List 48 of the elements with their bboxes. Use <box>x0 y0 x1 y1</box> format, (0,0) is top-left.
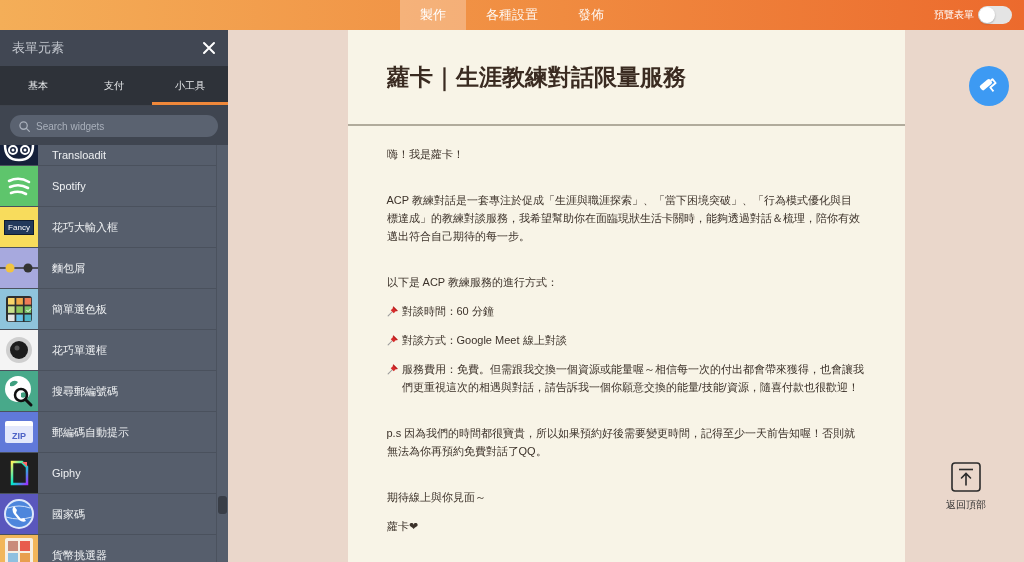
close-icon <box>202 41 216 55</box>
back-to-top-button[interactable]: 返回頂部 <box>946 462 986 512</box>
paragraph-text: 嗨！我是蘿卡！ <box>386 147 465 162</box>
pushpin-icon <box>386 363 399 375</box>
widget-label: Transloadit <box>52 149 106 161</box>
widget-label: Giphy <box>52 467 81 479</box>
paragraph-text: ACP 教練對話是一套專注於促成「生涯與職涯探索」、「當下困境突破」、「行為模式優化與目標達成」的教練對談服務，我希望幫助你在面臨現狀生活卡關時，能夠透過對話＆梳理，陪你有效邁出符合自己期待的每一步。 <box>386 193 861 244</box>
pushpin-icon <box>386 334 399 346</box>
widget-label: 簡單選色板 <box>52 301 107 317</box>
widget-label: 貨幣挑選器 <box>52 547 107 562</box>
widget-label: 國家碼 <box>52 506 85 522</box>
widget-label: 花巧大輸入框 <box>52 219 118 235</box>
icon-text: ZIP <box>5 421 33 443</box>
widget-list-item[interactable]: Transloadit <box>0 145 216 166</box>
scrollbar-thumb[interactable] <box>218 496 227 514</box>
paragraph-text: 對談時間：60 分鐘 <box>401 304 495 319</box>
widget-list-item[interactable]: 國家碼 <box>0 494 216 535</box>
widget-list-item[interactable]: ZIP 郵編碼自動提示 <box>0 412 216 453</box>
widget-label: 郵編碼自動提示 <box>52 424 129 440</box>
pushpin-icon <box>386 305 399 317</box>
search-field[interactable]: Search widgets <box>10 115 218 137</box>
widget-label: Spotify <box>52 180 86 192</box>
preview-toggle[interactable] <box>978 6 1012 24</box>
widget-label: 花巧單選框 <box>52 342 107 358</box>
paragraph-text: 對談方式：Google Meet 線上對談 <box>401 333 568 348</box>
paragraph-text: 以下是 ACP 教練服務的進行方式： <box>386 275 560 290</box>
preview-label: 預覽表單 <box>934 8 974 22</box>
widget-list-item[interactable]: 麵包屑 <box>0 248 216 289</box>
widget-label: 搜尋郵編號碼 <box>52 383 118 399</box>
widget-label: 麵包屑 <box>52 260 85 276</box>
widget-list-item[interactable]: 花巧單選框 <box>0 330 216 371</box>
sidebar-tab[interactable]: 支付 <box>76 66 152 105</box>
widget-list-item[interactable]: Spotify <box>0 166 216 207</box>
search-icon <box>19 121 30 132</box>
panel-title: 表單元素 <box>12 39 64 57</box>
widget-list-item[interactable]: Giphy <box>0 453 216 494</box>
paragraph-text: p.s 因為我們的時間都很寶貴，所以如果預約好後需要變更時間，記得至少一天前告知喔！否則就無法為你再預約免費對話了QQ。 <box>386 426 857 459</box>
theme-button[interactable] <box>969 66 1009 106</box>
paragraph-text: 蘿卡❤ <box>386 519 419 534</box>
sidebar-tab[interactable]: 基本 <box>0 66 76 105</box>
paragraph-text: 期待線上與你見面～ <box>386 490 487 505</box>
icon-text: Fancy <box>4 219 34 235</box>
form-title: 蘿卡｜生涯教練對話限量服務 <box>386 62 686 93</box>
paragraph-text: 服務費用：免費。但需跟我交換一個資源或能量喔～相信每一次的付出都會帶來獲得，也會讓我們更重視這次的相遇與對話，請告訴我一個你願意交換的能量/技能/資源，隨喜付款也很歡迎！ <box>401 362 865 395</box>
close-button[interactable] <box>202 41 216 55</box>
widget-list-item[interactable]: 搜尋郵編號碼 <box>0 371 216 412</box>
widget-list-item[interactable]: 簡單選色板 <box>0 289 216 330</box>
widget-list-item[interactable]: Fancy 花巧大輸入框 <box>0 207 216 248</box>
